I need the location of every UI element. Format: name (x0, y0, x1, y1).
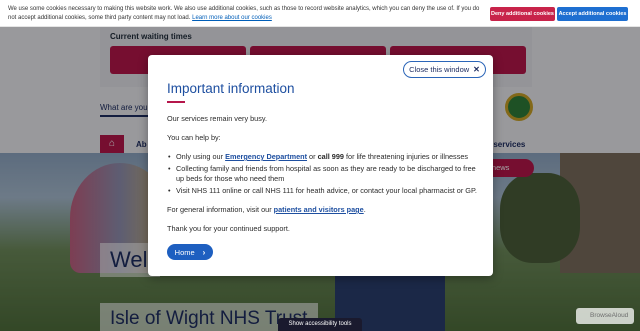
emergency-department-link[interactable]: Emergency Department (225, 152, 307, 161)
cookie-banner: We use some cookies necessary to making … (0, 0, 640, 27)
close-dialog-button[interactable]: Close this window ✕ (403, 61, 486, 78)
accessibility-tools-button[interactable]: Show accessibility tools (278, 318, 362, 331)
list-item: Visit NHS 111 online or call NHS 111 for… (167, 186, 477, 196)
accept-cookies-button[interactable]: Accept additional cookies (557, 7, 628, 21)
bullet1-or: or (309, 152, 316, 161)
cookie-message: We use some cookies necessary to making … (8, 5, 483, 23)
bullet1-text: Only using our (176, 152, 224, 161)
title-underline (167, 101, 185, 103)
call-999-text: call 999 (317, 152, 344, 161)
general-info-text: For general information, visit our patie… (167, 205, 477, 215)
help-list: Only using our Emergency Department or c… (167, 152, 477, 196)
help-lead-text: You can help by: (167, 133, 221, 142)
dialog-body: Our services remain very busy. You can h… (167, 114, 477, 243)
close-button-label: Close this window (409, 65, 470, 74)
general-post: . (363, 205, 366, 214)
important-information-dialog: Close this window ✕ Important informatio… (148, 55, 493, 276)
home-button-label: Home (174, 247, 195, 257)
cookie-learn-more-link[interactable]: Learn more about our cookies (192, 15, 272, 21)
chevron-right-icon: › (202, 247, 206, 257)
close-x-icon: ✕ (473, 65, 480, 74)
dialog-title: Important information (167, 81, 295, 96)
list-item: Collecting family and friends from hospi… (167, 164, 477, 184)
browsealoud-button[interactable]: BrowseAloud (576, 308, 634, 324)
general-pre: For general information, visit our (167, 205, 272, 214)
list-item: Only using our Emergency Department or c… (167, 152, 477, 162)
home-button[interactable]: Home › (167, 244, 213, 260)
patients-visitors-link[interactable]: patients and visitors page (274, 205, 364, 214)
bullet1-post: for life threatening injuries or illness… (345, 152, 469, 161)
thanks-text: Thank you for your continued support. (167, 224, 290, 233)
intro-text: Our services remain very busy. (167, 114, 268, 123)
deny-cookies-button[interactable]: Deny additional cookies (490, 7, 555, 21)
